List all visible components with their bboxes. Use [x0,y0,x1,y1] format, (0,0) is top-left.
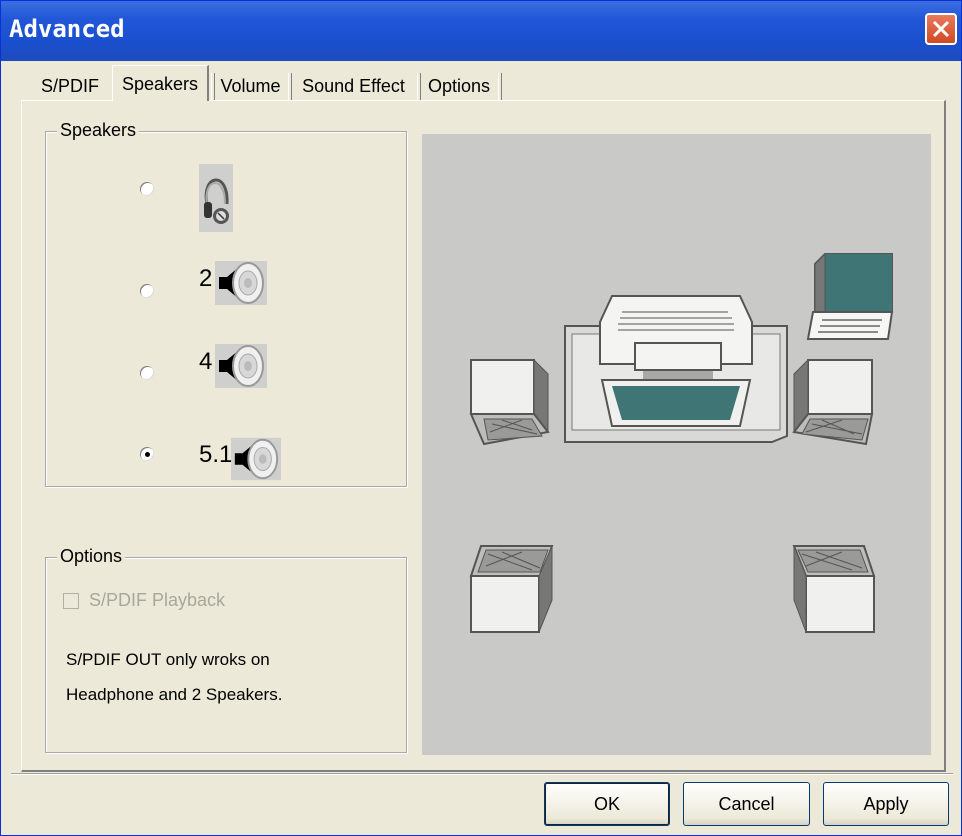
window-title: Advanced [9,15,125,43]
speakers-5-1-label: 5.1 [199,441,233,468]
rear-left-speaker [469,545,554,633]
radio-headphone[interactable] [140,182,154,196]
speaker-icon [215,261,267,305]
advanced-dialog: Advanced S/PDIF Speakers Volume Sound Ef… [0,0,962,836]
close-button[interactable] [925,13,957,45]
speaker-layout-preview [422,134,931,755]
tab-sound-effect[interactable]: Sound Effect [291,71,416,101]
radio-selected-dot [145,452,150,457]
speakers-group-legend: Speakers [57,120,140,141]
note-line-2: Headphone and 2 Speakers. [66,685,283,704]
speakers-4-label: 4 [199,348,213,375]
center-console [564,295,788,443]
dialog-separator [11,773,953,775]
monitor [806,252,894,340]
front-right-speaker [792,358,874,446]
headphone-icon [199,164,233,232]
front-left-speaker [469,358,550,446]
speaker-icon [215,344,267,388]
options-group-legend: Options [57,546,126,567]
radio-5-1-speakers[interactable] [140,447,154,461]
tab-divider [498,73,502,101]
cancel-button[interactable]: Cancel [683,782,810,826]
rear-right-speaker [792,545,876,633]
close-icon [932,20,950,38]
spdif-playback-label: S/PDIF Playback [89,590,226,610]
speaker-icon [231,437,281,481]
tab-spdif[interactable]: S/PDIF [29,71,111,101]
tab-options[interactable]: Options [421,71,497,101]
tab-speakers[interactable]: Speakers [112,65,209,101]
radio-4-speakers[interactable] [140,366,154,380]
speakers-2-label: 2 [199,265,213,292]
note-line-1: S/PDIF OUT only wroks on [66,650,270,669]
tab-volume[interactable]: Volume [214,71,287,101]
apply-button[interactable]: Apply [823,782,949,826]
ok-button[interactable]: OK [544,782,670,826]
speaker-layout-illustration [469,252,894,633]
spdif-playback-checkbox[interactable] [63,593,79,609]
radio-2-speakers[interactable] [140,284,154,298]
title-bar[interactable]: Advanced [1,1,961,61]
